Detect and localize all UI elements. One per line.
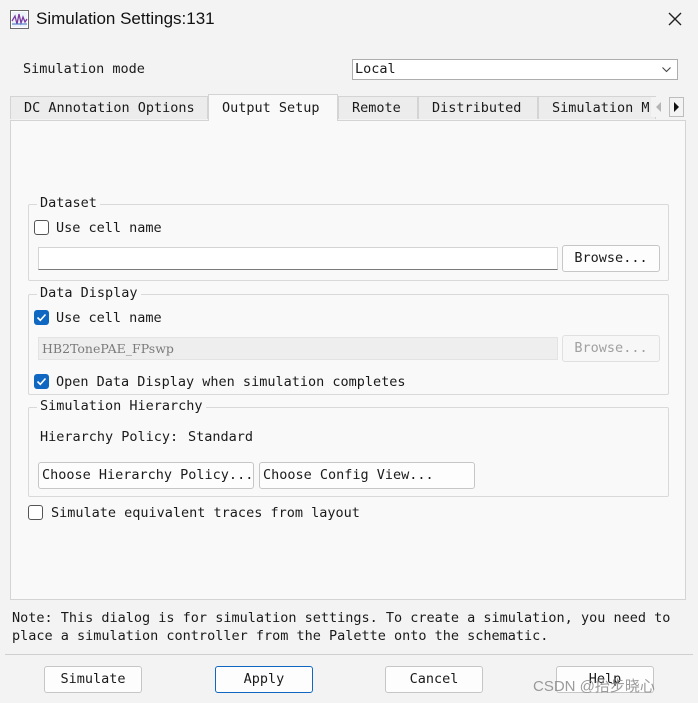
- tab-remote[interactable]: Remote: [338, 96, 418, 119]
- data-display-browse-button: Browse...: [562, 335, 660, 362]
- tab-label: DC Annotation Options: [24, 100, 195, 116]
- simulation-hierarchy-legend: Simulation Hierarchy: [37, 398, 206, 414]
- choose-hierarchy-policy-button[interactable]: Choose Hierarchy Policy...: [38, 462, 254, 489]
- simulation-mode-select[interactable]: Local: [352, 59, 678, 80]
- dataset-browse-button[interactable]: Browse...: [562, 245, 660, 272]
- simulate-equivalent-traces-label[interactable]: Simulate equivalent traces from layout: [51, 505, 360, 521]
- tab-label: Distributed: [432, 100, 522, 116]
- title-bar: Simulation Settings:131: [0, 0, 698, 40]
- tab-bar: DC Annotation Options Output Setup Remot…: [10, 94, 686, 121]
- tab-simulation-m[interactable]: Simulation M: [538, 96, 656, 119]
- output-setup-panel: Dataset Use cell name Browse... Data Dis…: [10, 120, 686, 600]
- watermark: CSDN @抬步晓心: [533, 678, 655, 695]
- cancel-button[interactable]: Cancel: [385, 666, 483, 693]
- dataset-legend: Dataset: [37, 195, 100, 211]
- simulation-hierarchy-group: Simulation Hierarchy Hierarchy Policy: S…: [28, 398, 669, 497]
- tab-distributed[interactable]: Distributed: [418, 96, 538, 119]
- data-display-group: Data Display Use cell name HB2TonePAE_FP…: [28, 285, 669, 395]
- dataset-use-cell-name-label[interactable]: Use cell name: [56, 220, 162, 236]
- apply-button[interactable]: Apply: [215, 666, 313, 693]
- tab-label: Simulation M: [552, 100, 650, 116]
- window-title: Simulation Settings:131: [36, 9, 215, 28]
- dataset-use-cell-name-checkbox[interactable]: [34, 220, 49, 235]
- simulation-mode-value: Local: [355, 61, 396, 77]
- open-data-display-label[interactable]: Open Data Display when simulation comple…: [56, 374, 406, 390]
- close-button[interactable]: [660, 4, 690, 34]
- tab-label: Remote: [352, 100, 401, 116]
- simulate-button[interactable]: Simulate: [44, 666, 142, 693]
- chevron-down-icon: [662, 67, 671, 73]
- close-icon: [668, 12, 682, 26]
- choose-config-view-button[interactable]: Choose Config View...: [259, 462, 475, 489]
- tab-dc-annotation-options[interactable]: DC Annotation Options: [10, 96, 208, 119]
- simulate-equivalent-traces-checkbox[interactable]: [28, 505, 43, 520]
- hierarchy-policy-value: Standard: [188, 429, 254, 445]
- dataset-path-input[interactable]: [38, 247, 558, 270]
- arrow-right-icon: [674, 102, 679, 112]
- tab-output-setup[interactable]: Output Setup: [208, 94, 338, 121]
- tab-label: Output Setup: [222, 100, 320, 116]
- separator: [5, 654, 693, 655]
- data-display-path-input: HB2TonePAE_FPswp: [38, 337, 558, 360]
- tab-scroll-right-button[interactable]: [669, 97, 684, 117]
- data-display-use-cell-name-label[interactable]: Use cell name: [56, 310, 162, 326]
- checkmark-icon: [36, 377, 47, 386]
- note-text: Note: This dialog is for simulation sett…: [12, 609, 692, 645]
- simulation-waveform-icon: [10, 10, 29, 29]
- open-data-display-checkbox[interactable]: [34, 374, 49, 389]
- note-line-2: place a simulation controller from the P…: [12, 628, 549, 644]
- tab-scroll-left-button[interactable]: [651, 97, 666, 117]
- note-line-1: Note: This dialog is for simulation sett…: [12, 610, 671, 626]
- arrow-left-icon: [656, 102, 661, 112]
- data-display-legend: Data Display: [37, 285, 141, 301]
- simulation-mode-label: Simulation mode: [23, 61, 145, 77]
- dataset-group: Dataset Use cell name Browse...: [28, 195, 669, 281]
- hierarchy-policy-label: Hierarchy Policy:: [40, 429, 179, 445]
- checkmark-icon: [36, 313, 47, 322]
- data-display-use-cell-name-checkbox[interactable]: [34, 310, 49, 325]
